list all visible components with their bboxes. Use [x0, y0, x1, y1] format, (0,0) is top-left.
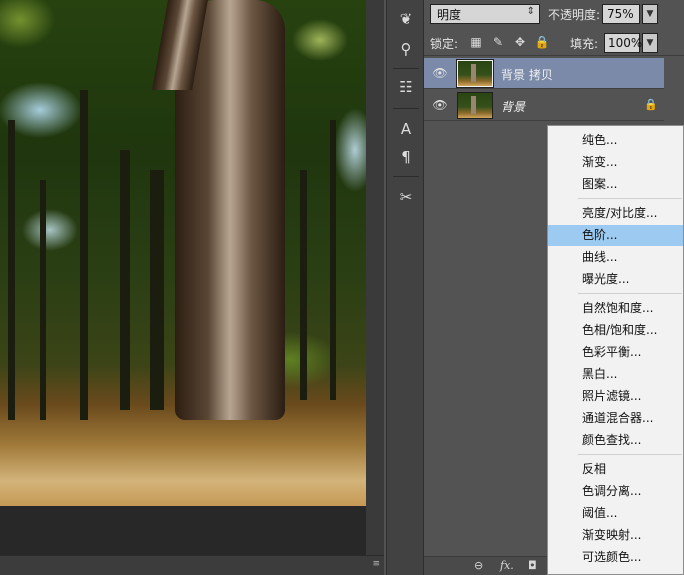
fill-input[interactable]: 100% [604, 33, 642, 53]
clone-source-icon[interactable]: ⚲ [392, 36, 420, 62]
layer-name: 背景 拷贝 [501, 68, 553, 82]
menu-item-photo-filter[interactable]: 照片滤镜... [548, 386, 683, 407]
menu-item-color-balance[interactable]: 色彩平衡... [548, 342, 683, 363]
blend-mode-value: 明度 [437, 8, 462, 22]
tool-presets-icon[interactable]: ☷ [392, 74, 420, 100]
vertical-scrollbar[interactable] [366, 0, 384, 555]
lock-image-pixels-icon[interactable]: ✎ [490, 34, 506, 50]
fill-dropdown-icon[interactable]: ▼ [642, 33, 658, 53]
fill-label: 填充: [570, 37, 599, 51]
panel-icon-strip: ❦ ⚲ ☷ A ¶ ✂ [386, 0, 424, 575]
menu-item-exposure[interactable]: 曝光度... [548, 269, 683, 290]
dropdown-icon: ⇕ [526, 6, 535, 17]
menu-item-brightness-contrast[interactable]: 亮度/对比度... [548, 203, 683, 224]
menu-item-invert[interactable]: 反相 [548, 459, 683, 480]
document-canvas-area[interactable]: ≡ [0, 0, 384, 575]
layer-thumbnail [456, 59, 494, 88]
tools-icon[interactable]: ✂ [392, 184, 420, 210]
blend-row: 明度 ⇕ 不透明度: 75% ▼ [424, 0, 684, 30]
layer-thumbnail [457, 92, 493, 119]
mask-icon[interactable]: ◘ [528, 559, 537, 572]
blend-mode-select[interactable]: 明度 ⇕ [430, 4, 540, 24]
menu-item-color-lookup[interactable]: 颜色查找... [548, 430, 683, 451]
menu-item-curves[interactable]: 曲线... [548, 247, 683, 268]
menu-item-gradient-map[interactable]: 渐变映射... [548, 525, 683, 546]
paragraph-icon[interactable]: ¶ [392, 144, 420, 170]
menu-item-black-white[interactable]: 黑白... [548, 364, 683, 385]
eye-icon[interactable]: 👁 [432, 98, 448, 112]
menu-item-threshold[interactable]: 阈值... [548, 503, 683, 524]
menu-item-levels[interactable]: 色阶... [548, 225, 683, 246]
menu-item-pattern[interactable]: 图案... [548, 174, 683, 195]
menu-item-gradient[interactable]: 渐变... [548, 152, 683, 173]
menu-item-hue-saturation[interactable]: 色相/饱和度... [548, 320, 683, 341]
menu-item-solid-color[interactable]: 纯色... [548, 130, 683, 151]
lock-row: 锁定: ▦ ✎ ✥ 🔒 填充: 100% ▼ [424, 30, 684, 56]
menu-item-posterize[interactable]: 色调分离... [548, 481, 683, 502]
opacity-label: 不透明度: [548, 8, 601, 22]
panel-menu-icon[interactable]: ≡ [372, 559, 380, 569]
brush-settings-icon[interactable]: ❦ [392, 6, 420, 32]
layer-row-background[interactable]: 👁 背景 🔒 [424, 90, 664, 121]
menu-item-selective-color[interactable]: 可选颜色... [548, 547, 683, 568]
lock-label: 锁定: [430, 37, 459, 51]
eye-icon[interactable]: 👁 [432, 66, 448, 80]
adjustment-layer-menu: 纯色... 渐变... 图案... 亮度/对比度... 色阶... 曲线... … [547, 125, 684, 575]
lock-icon: 🔒 [644, 98, 658, 111]
lock-position-icon[interactable]: ✥ [512, 34, 528, 50]
menu-item-vibrance[interactable]: 自然饱和度... [548, 298, 683, 319]
horizontal-scrollbar[interactable] [0, 555, 384, 575]
character-icon[interactable]: A [392, 116, 420, 142]
lock-transparent-pixels-icon[interactable]: ▦ [468, 34, 484, 50]
layer-name: 背景 [501, 100, 526, 114]
link-icon[interactable]: ⊖ [474, 559, 483, 572]
layer-row-background-copy[interactable]: 👁 背景 拷贝 [424, 58, 664, 89]
lock-all-icon[interactable]: 🔒 [534, 34, 550, 50]
opacity-input[interactable]: 75% [602, 4, 640, 24]
fx-icon[interactable]: fx. [500, 559, 514, 572]
opacity-dropdown-icon[interactable]: ▼ [642, 4, 658, 24]
menu-item-channel-mixer[interactable]: 通道混合器... [548, 408, 683, 429]
forest-photo-canvas[interactable] [0, 0, 366, 506]
